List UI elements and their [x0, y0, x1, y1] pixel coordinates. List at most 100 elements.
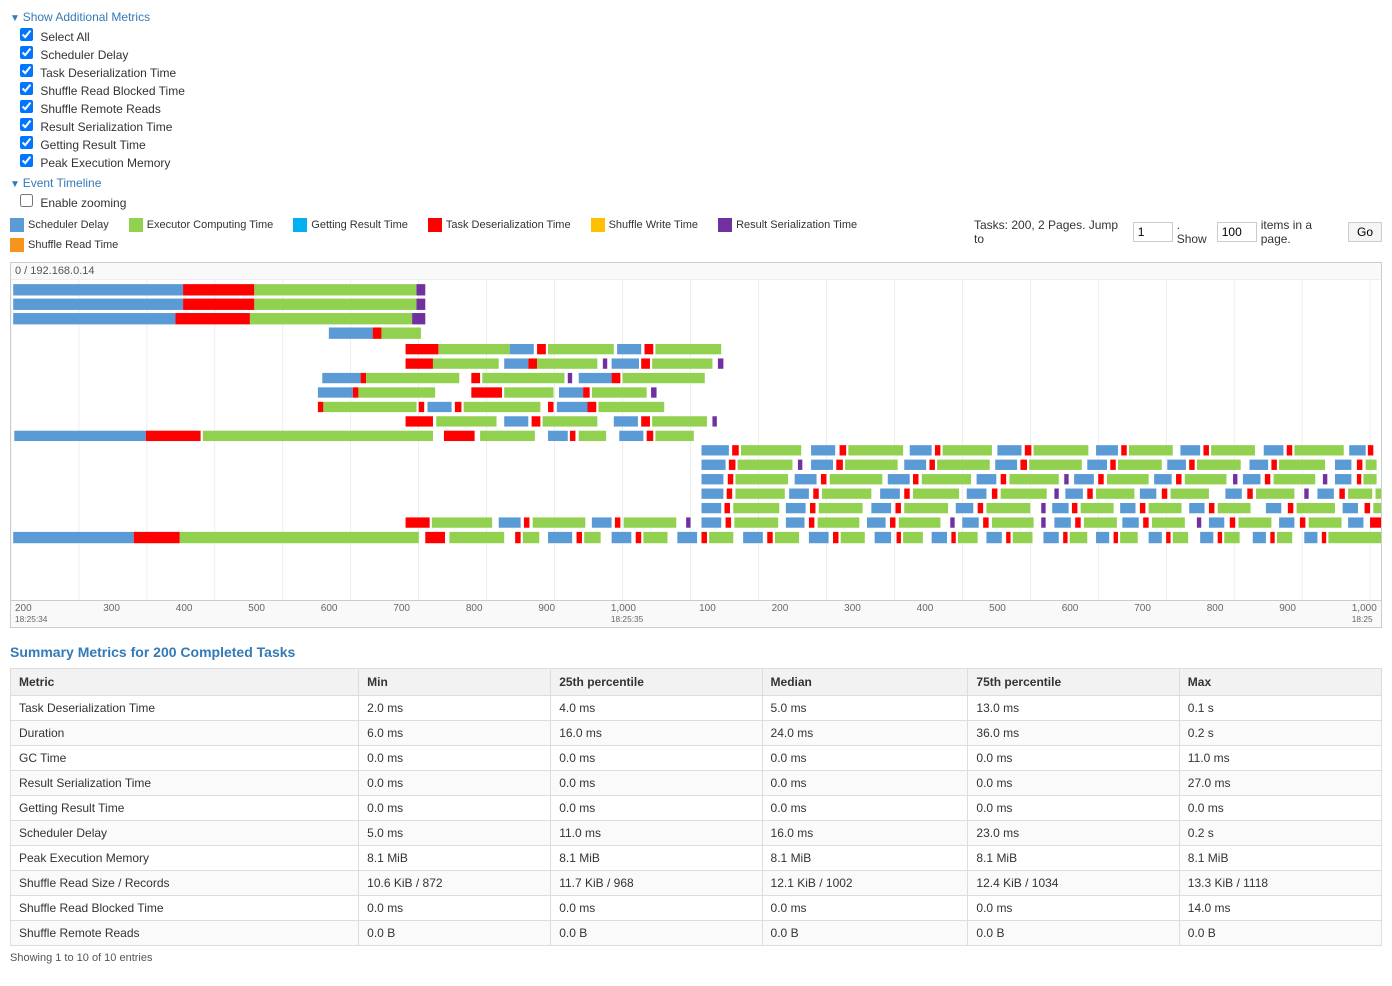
- metric-value: 8.1 MiB: [968, 846, 1179, 871]
- checkbox-label-cb_peak_memory[interactable]: Peak Execution Memory: [20, 154, 1382, 170]
- legend-item: Executor Computing Time: [129, 218, 274, 232]
- metric-value: 8.1 MiB: [551, 846, 762, 871]
- metric-value: 0.0 B: [551, 921, 762, 946]
- cb_scheduler_delay[interactable]: [20, 46, 33, 59]
- metric-value: 0.0 ms: [968, 771, 1179, 796]
- metric-value: 11.0 ms: [551, 821, 762, 846]
- metric-value: 23.0 ms: [968, 821, 1179, 846]
- metric-value: 0.0 B: [762, 921, 968, 946]
- metric-value: 0.0 ms: [968, 796, 1179, 821]
- metric-value: 36.0 ms: [968, 721, 1179, 746]
- metric-value: 0.2 s: [1179, 821, 1381, 846]
- metric-value: 11.7 KiB / 968: [551, 871, 762, 896]
- checkbox-label-cb_getting_result[interactable]: Getting Result Time: [20, 136, 1382, 152]
- legend-item: Shuffle Read Time: [10, 238, 118, 252]
- table-row: Scheduler Delay5.0 ms11.0 ms16.0 ms23.0 …: [11, 821, 1382, 846]
- host-label: 0 / 192.168.0.14: [11, 263, 1381, 280]
- metric-name: Peak Execution Memory: [11, 846, 359, 871]
- show-additional-metrics[interactable]: Show Additional Metrics: [10, 10, 1382, 24]
- checkbox-label-cb_shuffle_remote[interactable]: Shuffle Remote Reads: [20, 100, 1382, 116]
- cb_select_all[interactable]: [20, 28, 33, 41]
- show-additional-metrics-label: Show Additional Metrics: [23, 10, 150, 24]
- legend-color-box: [428, 218, 442, 232]
- table-header-metric: Metric: [11, 669, 359, 696]
- metric-value: 0.0 ms: [551, 771, 762, 796]
- metric-name: GC Time: [11, 746, 359, 771]
- table-row: Duration6.0 ms16.0 ms24.0 ms36.0 ms0.2 s: [11, 721, 1382, 746]
- metric-value: 16.0 ms: [551, 721, 762, 746]
- cb_getting_result[interactable]: [20, 136, 33, 149]
- cb_task_deserialization[interactable]: [20, 64, 33, 77]
- metric-value: 0.0 ms: [359, 896, 551, 921]
- metric-value: 13.0 ms: [968, 696, 1179, 721]
- legend-label: Scheduler Delay: [28, 219, 109, 231]
- metric-value: 0.0 B: [359, 921, 551, 946]
- metric-value: 0.0 ms: [551, 896, 762, 921]
- enable-zooming-checkbox[interactable]: [20, 194, 33, 207]
- metric-value: 4.0 ms: [551, 696, 762, 721]
- cb_shuffle_remote[interactable]: [20, 100, 33, 113]
- metric-name: Shuffle Read Size / Records: [11, 871, 359, 896]
- timeline-axis: 20018:25:34 300 400 500 600 700 800 900 …: [11, 600, 1381, 627]
- go-button[interactable]: Go: [1348, 222, 1382, 242]
- legend: Scheduler Delay Executor Computing Time Ge…: [10, 218, 974, 252]
- legend-label: Shuffle Write Time: [609, 219, 698, 231]
- checkbox-label-cb_scheduler_delay[interactable]: Scheduler Delay: [20, 46, 1382, 62]
- metric-value: 27.0 ms: [1179, 771, 1381, 796]
- summary-section: Summary Metrics for 200 Completed Tasks …: [10, 644, 1382, 964]
- metric-value: 6.0 ms: [359, 721, 551, 746]
- metric-name: Shuffle Remote Reads: [11, 921, 359, 946]
- legend-color-box: [591, 218, 605, 232]
- metric-value: 0.2 s: [1179, 721, 1381, 746]
- metric-value: 0.0 B: [968, 921, 1179, 946]
- table-row: GC Time0.0 ms0.0 ms0.0 ms0.0 ms11.0 ms: [11, 746, 1382, 771]
- table-row: Shuffle Read Size / Records10.6 KiB / 87…: [11, 871, 1382, 896]
- items-label: items in a page.: [1261, 218, 1344, 246]
- metric-value: 8.1 MiB: [762, 846, 968, 871]
- showing-entries: Showing 1 to 10 of 10 entries: [10, 952, 1382, 964]
- table-row: Getting Result Time0.0 ms0.0 ms0.0 ms0.0…: [11, 796, 1382, 821]
- table-row: Peak Execution Memory8.1 MiB8.1 MiB8.1 M…: [11, 846, 1382, 871]
- metric-name: Duration: [11, 721, 359, 746]
- metric-value: 0.0 ms: [359, 796, 551, 821]
- metric-value: 0.0 ms: [968, 896, 1179, 921]
- legend-item: Shuffle Write Time: [591, 218, 698, 232]
- checkbox-label-cb_select_all[interactable]: Select All: [20, 28, 1382, 44]
- metric-value: 24.0 ms: [762, 721, 968, 746]
- metrics-table: MetricMin25th percentileMedian75th perce…: [10, 668, 1382, 946]
- metric-value: 11.0 ms: [1179, 746, 1381, 771]
- metric-value: 12.1 KiB / 1002: [762, 871, 968, 896]
- event-timeline-header[interactable]: Event Timeline: [10, 176, 1382, 190]
- table-header-max: Max: [1179, 669, 1381, 696]
- metric-value: 10.6 KiB / 872: [359, 871, 551, 896]
- legend-item: Task Deserialization Time: [428, 218, 571, 232]
- metrics-checkboxes: Select All Scheduler Delay Task Deserial…: [20, 28, 1382, 170]
- metric-value: 5.0 ms: [359, 821, 551, 846]
- metric-value: 0.0 ms: [762, 796, 968, 821]
- cb_shuffle_blocked[interactable]: [20, 82, 33, 95]
- cb_peak_memory[interactable]: [20, 154, 33, 167]
- metric-value: 0.0 ms: [551, 746, 762, 771]
- tasks-info: Tasks: 200, 2 Pages. Jump to: [974, 218, 1129, 246]
- enable-zooming-container: Enable zooming: [20, 194, 1382, 210]
- checkbox-label-cb_task_deserialization[interactable]: Task Deserialization Time: [20, 64, 1382, 80]
- checkbox-label-cb_shuffle_blocked[interactable]: Shuffle Read Blocked Time: [20, 82, 1382, 98]
- timeline-container: 0 / 192.168.0.14: [10, 262, 1382, 628]
- metric-value: 16.0 ms: [762, 821, 968, 846]
- checkbox-label-cb_result_serialization[interactable]: Result Serialization Time: [20, 118, 1382, 134]
- timeline-svg[interactable]: [11, 280, 1381, 600]
- jump-to-input[interactable]: [1133, 222, 1173, 242]
- items-per-page-input[interactable]: [1217, 222, 1257, 242]
- legend-item: Result Serialization Time: [718, 218, 857, 232]
- table-row: Shuffle Read Blocked Time0.0 ms0.0 ms0.0…: [11, 896, 1382, 921]
- legend-color-box: [10, 238, 24, 252]
- metric-value: 0.0 ms: [551, 796, 762, 821]
- metric-value: 0.0 ms: [359, 771, 551, 796]
- metric-value: 12.4 KiB / 1034: [968, 871, 1179, 896]
- cb_result_serialization[interactable]: [20, 118, 33, 131]
- metric-value: 14.0 ms: [1179, 896, 1381, 921]
- legend-label: Executor Computing Time: [147, 219, 274, 231]
- enable-zooming-label[interactable]: Enable zooming: [20, 196, 126, 210]
- metric-name: Scheduler Delay: [11, 821, 359, 846]
- legend-label: Getting Result Time: [311, 219, 408, 231]
